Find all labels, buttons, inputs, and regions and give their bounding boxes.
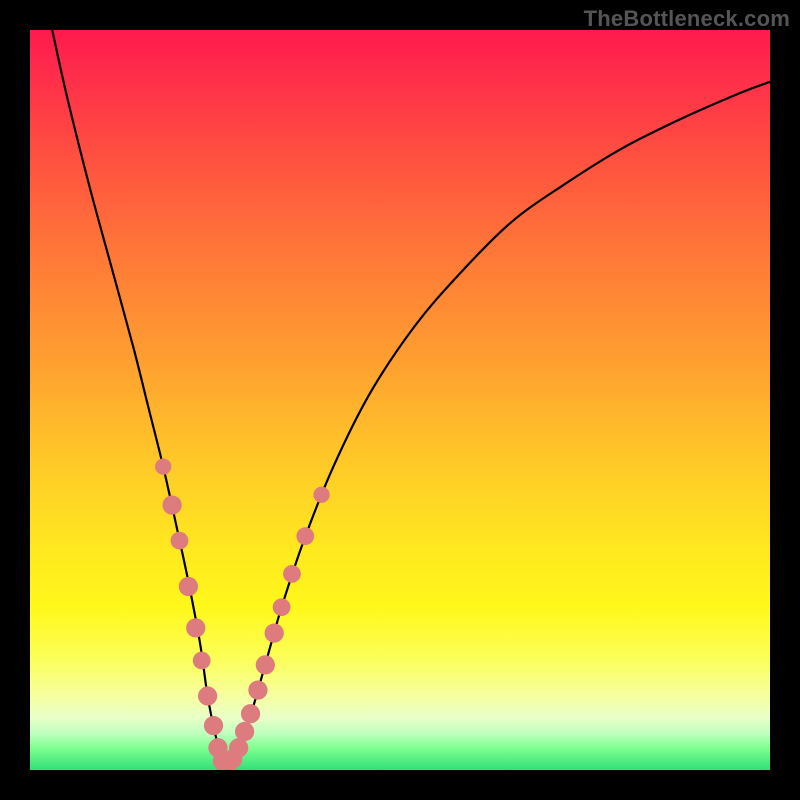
data-marker xyxy=(179,577,198,596)
data-marker xyxy=(171,532,189,550)
data-marker xyxy=(248,680,267,699)
plot-area xyxy=(30,30,770,770)
data-marker xyxy=(241,704,260,723)
data-marker xyxy=(296,527,314,545)
bottleneck-curve xyxy=(52,30,770,765)
data-marker xyxy=(265,623,284,642)
data-marker xyxy=(313,487,329,503)
data-marker xyxy=(204,716,223,735)
outer-frame: TheBottleneck.com xyxy=(0,0,800,800)
data-marker xyxy=(198,686,217,705)
data-marker xyxy=(283,565,301,583)
watermark-text: TheBottleneck.com xyxy=(584,6,790,32)
data-marker xyxy=(155,458,171,474)
data-marker xyxy=(256,655,275,674)
data-marker xyxy=(273,598,291,616)
data-marker xyxy=(162,495,181,514)
marker-group xyxy=(155,458,330,770)
data-marker xyxy=(235,722,254,741)
data-marker xyxy=(186,618,205,637)
data-marker xyxy=(193,652,211,670)
chart-svg xyxy=(30,30,770,770)
